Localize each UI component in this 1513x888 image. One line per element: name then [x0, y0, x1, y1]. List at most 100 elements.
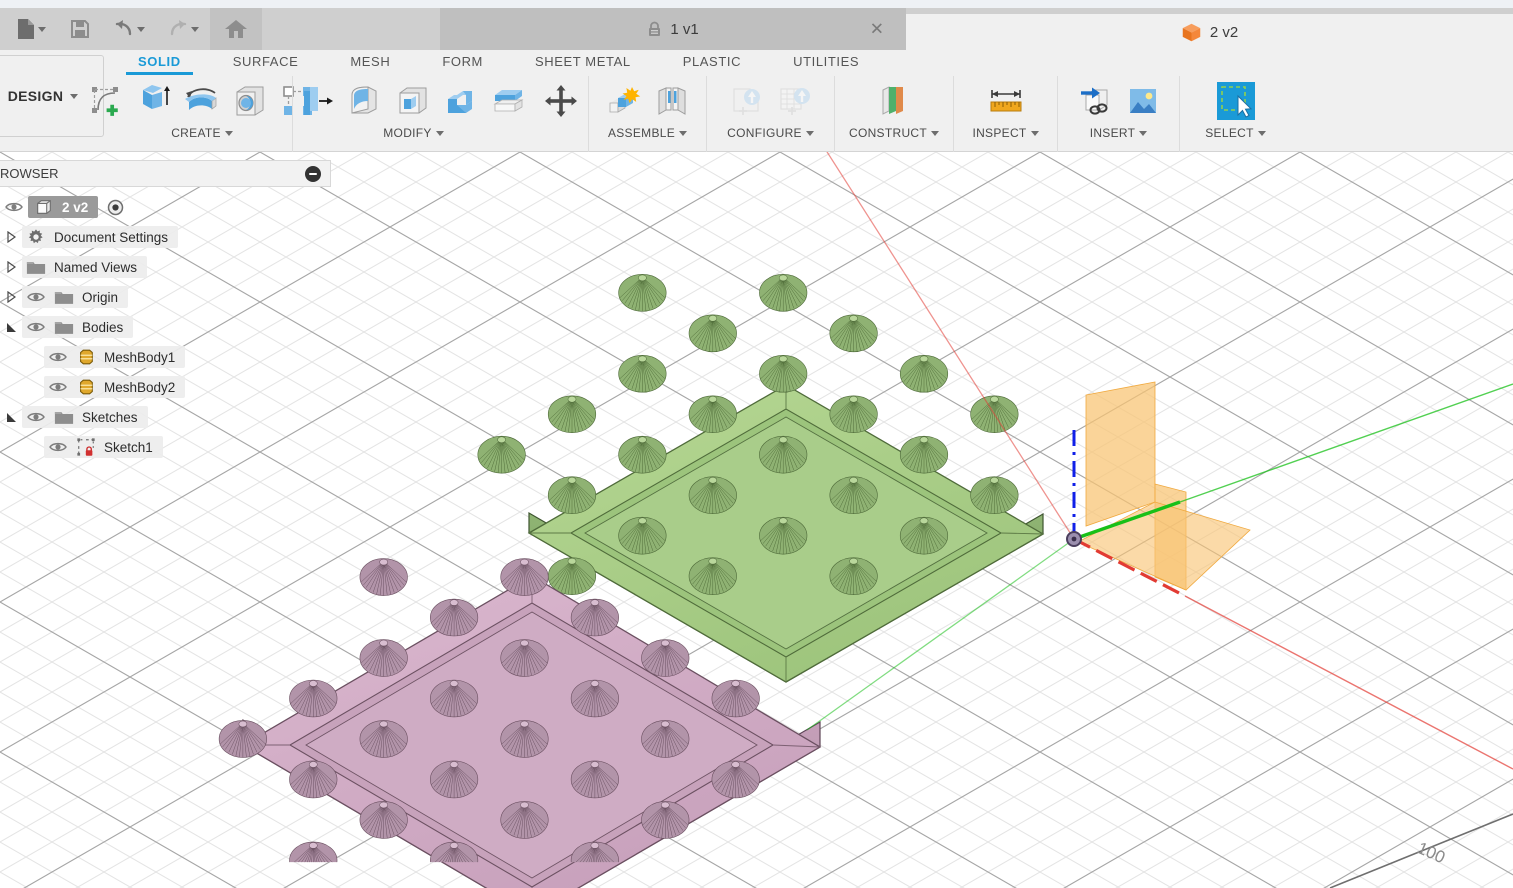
tree-item-sketches[interactable]: Sketches: [0, 402, 331, 432]
document-tab-2[interactable]: 2 v2: [906, 14, 1513, 50]
document-tab-2-label: 2 v2: [1209, 23, 1239, 41]
configuration-icon: [732, 88, 760, 115]
insert-derive-button[interactable]: [1073, 78, 1117, 124]
panel-create: CREATE: [92, 76, 312, 152]
panel-configure-label: CONFIGURE: [727, 126, 802, 140]
ribbon-tab-utilities[interactable]: UTILITIES: [767, 50, 885, 72]
combine-button[interactable]: [439, 78, 483, 124]
mesh-body-icon: [72, 348, 100, 366]
panel-construct-title[interactable]: CONSTRUCT: [849, 126, 940, 140]
chevron-down-icon: [137, 26, 145, 32]
document-tab-1-close-icon[interactable]: ✕: [870, 21, 884, 38]
gear-icon: [22, 228, 50, 246]
offset-plane-button[interactable]: [872, 78, 916, 124]
panel-modify-title[interactable]: MODIFY: [383, 126, 444, 140]
visibility-eye-icon[interactable]: [22, 321, 50, 333]
ribbon-tab-sheet-metal[interactable]: SHEET METAL: [509, 50, 657, 72]
ribbon-tab-solid[interactable]: SOLID: [112, 50, 207, 75]
tree-item-bodies[interactable]: Bodies: [0, 312, 331, 342]
chevron-down-icon: [38, 26, 46, 32]
create-sketch-button[interactable]: [84, 78, 128, 124]
collapse-triangle-icon[interactable]: [0, 322, 22, 333]
expand-triangle-icon[interactable]: [0, 261, 22, 273]
panel-configure-title[interactable]: CONFIGURE: [727, 126, 814, 140]
tree-item-document-settings[interactable]: Document Settings: [0, 222, 331, 252]
new-component-button[interactable]: [602, 78, 646, 124]
split-body-button[interactable]: [487, 78, 531, 124]
extrude-icon: [143, 85, 170, 109]
folder-icon: [50, 289, 78, 305]
insert-image-button[interactable]: [1121, 78, 1165, 124]
new-document-button[interactable]: [4, 8, 58, 50]
visibility-eye-icon[interactable]: [44, 441, 72, 453]
revolve-button[interactable]: [180, 78, 224, 124]
eye-icon: [5, 202, 23, 212]
joint-button[interactable]: [650, 78, 694, 124]
ribbon-panel-list: CREATE MODIFY ASSEMBLE CONFIGURE CONSTRU…: [92, 76, 1513, 152]
eye-icon: [27, 322, 45, 332]
quick-access-toolbar: [0, 8, 262, 50]
insert-derive-icon: [1080, 87, 1107, 115]
offset-plane-icon: [882, 86, 903, 115]
expand-triangle-icon[interactable]: [0, 231, 22, 243]
save-button[interactable]: [58, 8, 102, 50]
visibility-eye-icon[interactable]: [44, 381, 72, 393]
fillet-icon: [351, 86, 376, 114]
tree-item-meshbody2[interactable]: MeshBody2: [0, 372, 331, 402]
eye-icon: [49, 442, 67, 452]
panel-assemble-title[interactable]: ASSEMBLE: [607, 126, 688, 140]
undo-button[interactable]: [102, 8, 156, 50]
tree-item-origin-label: Origin: [82, 289, 119, 305]
chevron-down-icon: [805, 130, 814, 136]
tree-item-sketch1[interactable]: Sketch1: [0, 432, 331, 462]
panel-modify: MODIFY: [292, 76, 588, 152]
tree-item-document-label: 2 v2: [62, 199, 89, 215]
shell-button[interactable]: [391, 78, 435, 124]
browser-tree: 2 v2 Document Settings Named Views Origi…: [0, 187, 331, 462]
panel-inspect: INSPECT: [953, 76, 1057, 152]
redo-button[interactable]: [156, 8, 210, 50]
hole-button[interactable]: [228, 78, 272, 124]
visibility-eye-icon[interactable]: [0, 201, 28, 213]
visibility-eye-icon[interactable]: [22, 291, 50, 303]
extrude-button[interactable]: [132, 78, 176, 124]
configuration-button[interactable]: [725, 78, 769, 124]
panel-select-title[interactable]: SELECT: [1205, 126, 1266, 140]
tree-item-meshbody1[interactable]: MeshBody1: [0, 342, 331, 372]
split-body-icon: [492, 90, 524, 112]
browser-collapse-button[interactable]: [305, 165, 321, 182]
visibility-eye-icon[interactable]: [44, 351, 72, 363]
ribbon-tab-form[interactable]: FORM: [416, 50, 509, 72]
select-window-button[interactable]: [1214, 78, 1258, 124]
configuration-table-button[interactable]: [773, 78, 817, 124]
home-button[interactable]: [210, 8, 262, 50]
tree-item-named-views[interactable]: Named Views: [0, 252, 331, 282]
document-tab-1[interactable]: 1 v1 ✕: [440, 8, 906, 50]
fillet-button[interactable]: [343, 78, 387, 124]
collapse-triangle-icon[interactable]: [0, 412, 22, 423]
new-component-icon: [609, 87, 640, 113]
tree-item-sketch1-label: Sketch1: [104, 439, 153, 455]
panel-assemble-label: ASSEMBLE: [607, 126, 676, 140]
visibility-eye-icon[interactable]: [22, 411, 50, 423]
expand-triangle-icon[interactable]: [0, 291, 22, 303]
measure-button[interactable]: [984, 78, 1028, 124]
panel-insert-title[interactable]: INSERT: [1090, 126, 1148, 140]
revolve-icon: [185, 88, 217, 110]
activate-component-radio[interactable]: [104, 199, 126, 216]
measure-icon: [990, 90, 1021, 112]
browser-panel: ROWSER 2 v2 Document Settings Named View…: [0, 160, 331, 462]
panel-create-title[interactable]: CREATE: [171, 126, 233, 140]
move-copy-button[interactable]: [535, 78, 587, 124]
chevron-down-icon: [224, 130, 233, 136]
tree-item-document[interactable]: 2 v2: [0, 192, 331, 222]
press-pull-icon: [303, 87, 333, 115]
panel-insert-label: INSERT: [1089, 126, 1136, 140]
press-pull-button[interactable]: [295, 78, 339, 124]
lock-icon: [649, 21, 661, 36]
panel-inspect-title[interactable]: INSPECT: [972, 126, 1039, 140]
ribbon-tab-mesh[interactable]: MESH: [324, 50, 416, 72]
ribbon-tab-plastic[interactable]: PLASTIC: [657, 50, 767, 72]
ribbon-tab-surface[interactable]: SURFACE: [207, 50, 325, 72]
tree-item-origin[interactable]: Origin: [0, 282, 331, 312]
